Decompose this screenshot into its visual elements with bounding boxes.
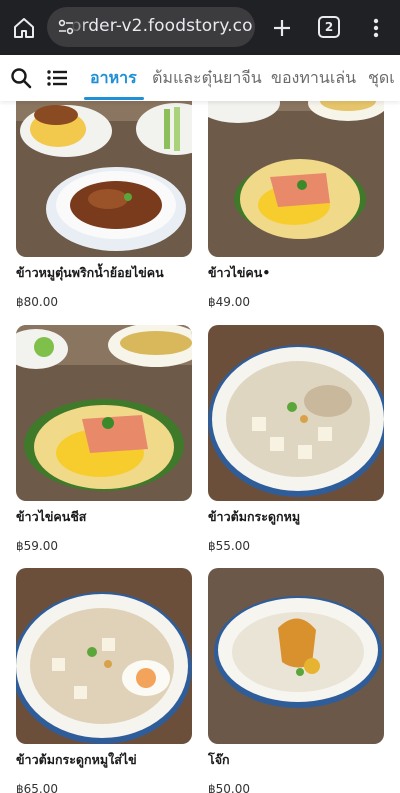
product-photo — [16, 101, 192, 257]
product-card[interactable]: ข้าวต้มกระดูกหมู ฿55.00 — [208, 325, 384, 553]
product-photo — [208, 568, 384, 744]
product-photo — [208, 325, 384, 501]
tab-soup-herbal[interactable]: ต้มและตุ๋นยาจีน — [152, 66, 262, 91]
category-nav: อาหาร ต้มและตุ๋นยาจีน ของทานเล่น ชุดเ — [0, 55, 400, 101]
category-list-icon[interactable] — [46, 67, 68, 89]
product-price: ฿50.00 — [208, 782, 250, 793]
more-menu-icon[interactable] — [364, 14, 388, 42]
product-card[interactable]: โจ๊ก ฿50.00 — [208, 568, 384, 793]
tab-food[interactable]: อาหาร — [90, 66, 137, 91]
active-tab-indicator — [84, 97, 144, 100]
product-card[interactable]: ข้าวหมูตุ๋นพริกน้ำย้อยไข่คน ฿80.00 — [16, 101, 192, 309]
product-name: ข้าวหมูตุ๋นพริกน้ำย้อยไข่คน — [16, 265, 164, 280]
product-card[interactable]: ข้าวไข่คน• ฿49.00 — [208, 101, 384, 309]
tab-sets[interactable]: ชุดเ — [368, 66, 395, 91]
home-icon[interactable] — [10, 14, 38, 42]
product-name: ข้าวไข่คน• — [208, 265, 271, 280]
product-name: ข้าวต้มกระดูกหมูใส่ไข่ — [16, 752, 137, 767]
site-settings-icon[interactable] — [57, 18, 75, 36]
product-grid: ข้าวหมูตุ๋นพริกน้ำย้อยไข่คน ฿80.00 ข้าวไ… — [0, 101, 400, 793]
product-photo — [16, 325, 192, 501]
product-price: ฿59.00 — [16, 539, 58, 553]
product-price: ฿80.00 — [16, 295, 58, 309]
product-name: ข้าวต้มกระดูกหมู — [208, 509, 301, 524]
new-tab-icon[interactable] — [268, 14, 296, 42]
product-price: ฿49.00 — [208, 295, 250, 309]
product-photo — [208, 101, 384, 257]
tab-snacks[interactable]: ของทานเล่น — [271, 66, 356, 91]
browser-toolbar: order-v2.foodstory.co 2 — [0, 0, 400, 55]
product-card[interactable]: ข้าวต้มกระดูกหมูใส่ไข่ ฿65.00 — [16, 568, 192, 793]
product-name: โจ๊ก — [208, 752, 230, 767]
address-bar[interactable]: order-v2.foodstory.co — [47, 7, 255, 47]
product-card[interactable]: ข้าวไข่คนชีส ฿59.00 — [16, 325, 192, 553]
product-name: ข้าวไข่คนชีส — [16, 509, 87, 524]
tab-switcher-button[interactable]: 2 — [318, 16, 340, 38]
product-price: ฿55.00 — [208, 539, 250, 553]
product-price: ฿65.00 — [16, 782, 58, 793]
product-photo — [16, 568, 192, 744]
url-text: order-v2.foodstory.co — [71, 16, 253, 36]
search-icon[interactable] — [10, 67, 32, 89]
